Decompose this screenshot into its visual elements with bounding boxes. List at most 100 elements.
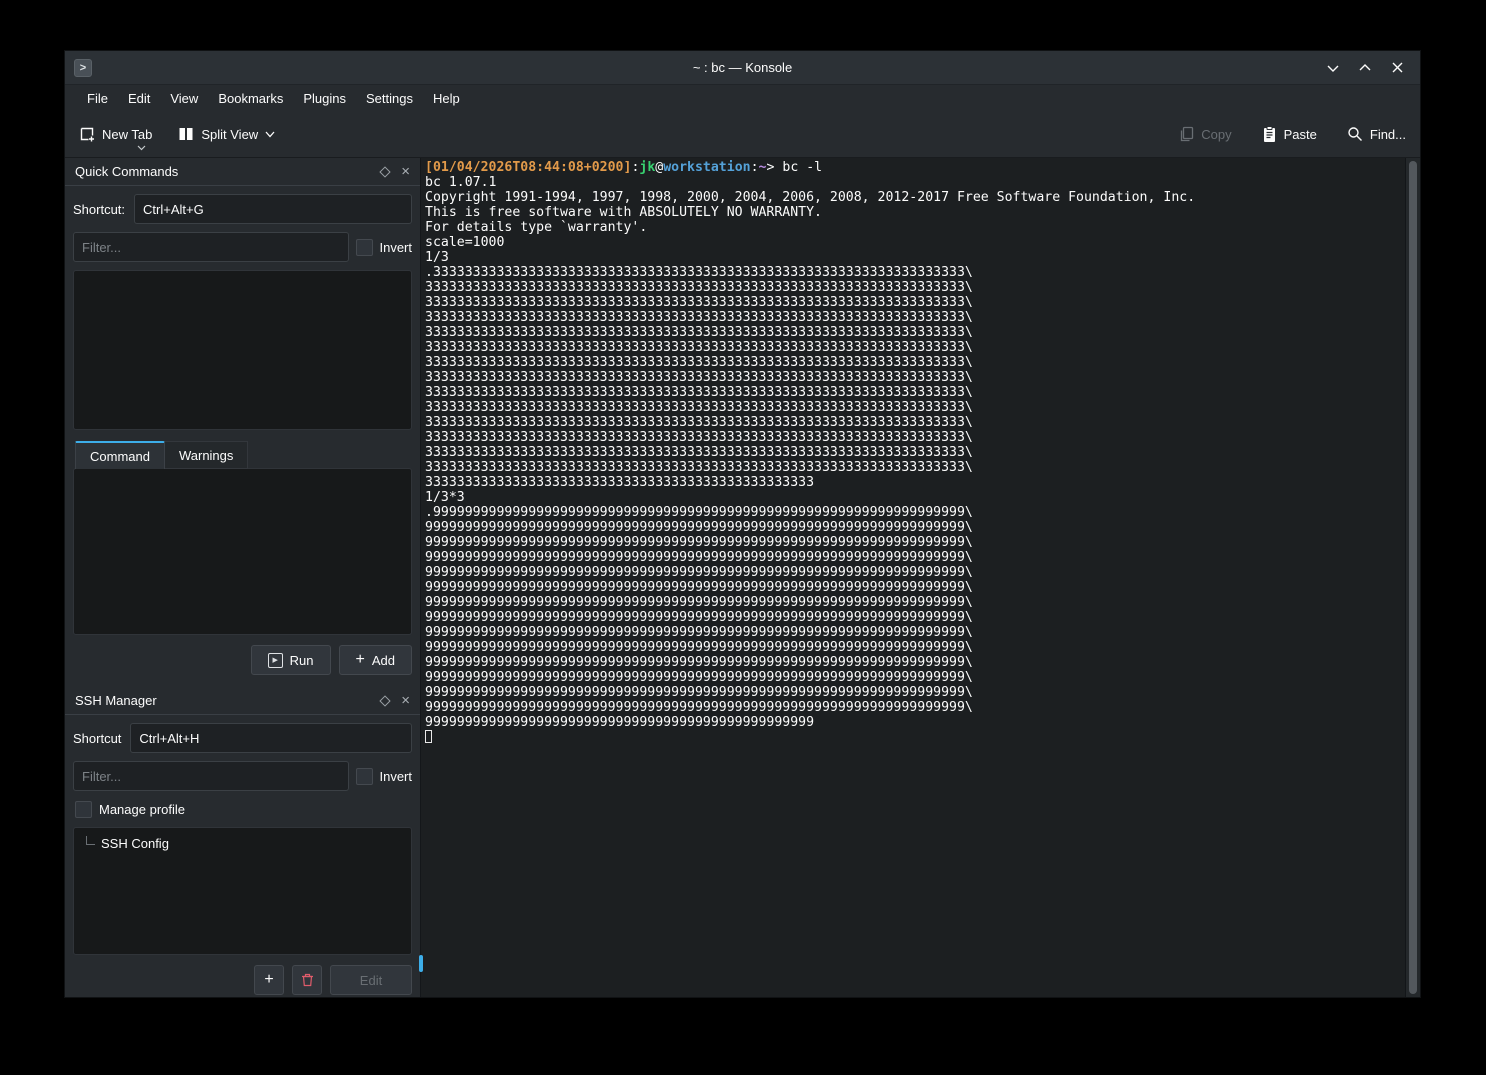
ssh-add-button[interactable]: + (254, 965, 284, 995)
run-label: Run (290, 653, 314, 668)
qc-shortcut-label: Shortcut: (73, 202, 125, 217)
terminal-line: 3333333333333333333333333333333333333333… (425, 370, 1405, 385)
terminal-line: 9999999999999999999999999999999999999999… (425, 595, 1405, 610)
qc-command-editor[interactable] (73, 468, 412, 635)
terminal-scrollbar[interactable] (1405, 158, 1420, 997)
run-icon: ▶ (268, 653, 283, 668)
paste-label: Paste (1284, 127, 1317, 142)
terminal-line: 9999999999999999999999999999999999999999… (425, 655, 1405, 670)
menu-item-help[interactable]: Help (423, 88, 470, 109)
maximize-button[interactable] (1354, 57, 1376, 79)
copy-button: Copy (1179, 126, 1231, 142)
terminal-line: 3333333333333333333333333333333333333333… (425, 460, 1405, 475)
run-button[interactable]: ▶ Run (251, 645, 331, 675)
ssh-edit-button: Edit (330, 965, 412, 995)
terminal-line: 3333333333333333333333333333333333333333… (425, 295, 1405, 310)
terminal-line: 3333333333333333333333333333333333333333… (425, 325, 1405, 340)
menu-item-edit[interactable]: Edit (118, 88, 160, 109)
search-icon (1347, 126, 1363, 142)
close-icon (1392, 62, 1403, 73)
terminal-line: .333333333333333333333333333333333333333… (425, 265, 1405, 280)
konsole-window: ~ : bc — Konsole > FileEditViewBookmarks… (64, 50, 1421, 998)
splitter-handle[interactable] (419, 955, 423, 972)
plus-icon: + (356, 651, 365, 669)
close-panel-icon[interactable]: × (401, 164, 410, 179)
new-tab-button[interactable]: New Tab (79, 126, 152, 142)
menu-item-plugins[interactable]: Plugins (293, 88, 356, 109)
ssh-manager-header: SSH Manager × (65, 687, 420, 715)
add-label: Add (372, 653, 395, 668)
terminal-line: 1/3*3 (425, 490, 1405, 505)
menu-item-settings[interactable]: Settings (356, 88, 423, 109)
terminal-line: 9999999999999999999999999999999999999999… (425, 625, 1405, 640)
qc-shortcut-input[interactable] (134, 194, 412, 224)
toolbar: New Tab Split View Copy (65, 111, 1420, 158)
ssh-tree[interactable]: SSH Config (73, 827, 412, 955)
manage-profile-checkbox[interactable] (75, 801, 92, 818)
terminal-line: 3333333333333333333333333333333333333333… (425, 415, 1405, 430)
terminal-line: 9999999999999999999999999999999999999999… (425, 535, 1405, 550)
split-view-button[interactable]: Split View (178, 126, 275, 142)
tab-warnings[interactable]: Warnings (165, 441, 248, 469)
qc-filter-input[interactable] (73, 232, 349, 262)
ssh-filter-input[interactable] (73, 761, 349, 791)
paste-button[interactable]: Paste (1262, 126, 1317, 143)
scrollbar-thumb[interactable] (1409, 161, 1417, 994)
terminal-line: For details type `warranty'. (425, 220, 1405, 235)
ssh-shortcut-input[interactable] (130, 723, 412, 753)
minimize-button[interactable] (1322, 57, 1344, 79)
terminal-line: 9999999999999999999999999999999999999999… (425, 670, 1405, 685)
terminal-line: 9999999999999999999999999999999999999999… (425, 610, 1405, 625)
plus-icon: + (264, 971, 273, 989)
qc-invert-checkbox[interactable] (356, 239, 373, 256)
quick-commands-title: Quick Commands (75, 164, 178, 179)
ssh-shortcut-label: Shortcut (73, 731, 121, 746)
float-panel-icon[interactable] (380, 166, 391, 177)
add-command-button[interactable]: + Add (339, 645, 412, 675)
chevron-down-icon (265, 131, 275, 138)
terminal[interactable]: [01/04/2026T08:44:08+0200]:jk@workstatio… (421, 158, 1420, 997)
terminal-text[interactable]: [01/04/2026T08:44:08+0200]:jk@workstatio… (421, 158, 1405, 997)
tab-command[interactable]: Command (75, 441, 165, 469)
terminal-line: 3333333333333333333333333333333333333333… (425, 430, 1405, 445)
copy-label: Copy (1201, 127, 1231, 142)
ssh-config-label: SSH Config (101, 836, 169, 851)
terminal-line: 9999999999999999999999999999999999999999… (425, 700, 1405, 715)
terminal-line: bc 1.07.1 (425, 175, 1405, 190)
close-button[interactable] (1386, 57, 1408, 79)
titlebar[interactable]: ~ : bc — Konsole > (65, 51, 1420, 85)
terminal-line: 3333333333333333333333333333333333333333… (425, 355, 1405, 370)
terminal-line: 3333333333333333333333333333333333333333… (425, 445, 1405, 460)
find-button[interactable]: Find... (1347, 126, 1406, 142)
edit-label: Edit (360, 973, 382, 988)
ssh-config-item[interactable]: SSH Config (74, 828, 411, 851)
float-panel-icon[interactable] (380, 695, 391, 706)
terminal-line: 3333333333333333333333333333333333333333… (425, 280, 1405, 295)
close-panel-icon[interactable]: × (401, 693, 410, 708)
ssh-delete-button[interactable] (292, 965, 322, 995)
chevron-up-icon (1359, 64, 1371, 72)
menubar: FileEditViewBookmarksPluginsSettingsHelp (65, 85, 1420, 111)
qc-invert-label: Invert (379, 240, 412, 255)
new-tab-label: New Tab (102, 127, 152, 142)
terminal-line: 9999999999999999999999999999999999999999… (425, 565, 1405, 580)
menu-item-bookmarks[interactable]: Bookmarks (208, 88, 293, 109)
chevron-down-icon (137, 145, 146, 151)
menu-item-view[interactable]: View (160, 88, 208, 109)
qc-tabs: Command Warnings (75, 440, 412, 468)
copy-icon (1179, 126, 1194, 142)
split-view-icon (178, 126, 194, 142)
find-label: Find... (1370, 127, 1406, 142)
qc-command-list[interactable] (73, 270, 412, 430)
terminal-line: 9999999999999999999999999999999999999999… (425, 580, 1405, 595)
ssh-invert-checkbox[interactable] (356, 768, 373, 785)
terminal-line: 3333333333333333333333333333333333333333… (425, 310, 1405, 325)
quick-commands-header: Quick Commands × (65, 158, 420, 186)
sidebar: Quick Commands × Shortcut: Invert Comman… (65, 158, 421, 997)
ssh-manager-title: SSH Manager (75, 693, 157, 708)
chevron-down-icon (1327, 64, 1339, 72)
terminal-line: [01/04/2026T08:44:08+0200]:jk@workstatio… (425, 160, 1405, 175)
new-tab-icon (79, 126, 95, 142)
terminal-line: This is free software with ABSOLUTELY NO… (425, 205, 1405, 220)
menu-item-file[interactable]: File (77, 88, 118, 109)
